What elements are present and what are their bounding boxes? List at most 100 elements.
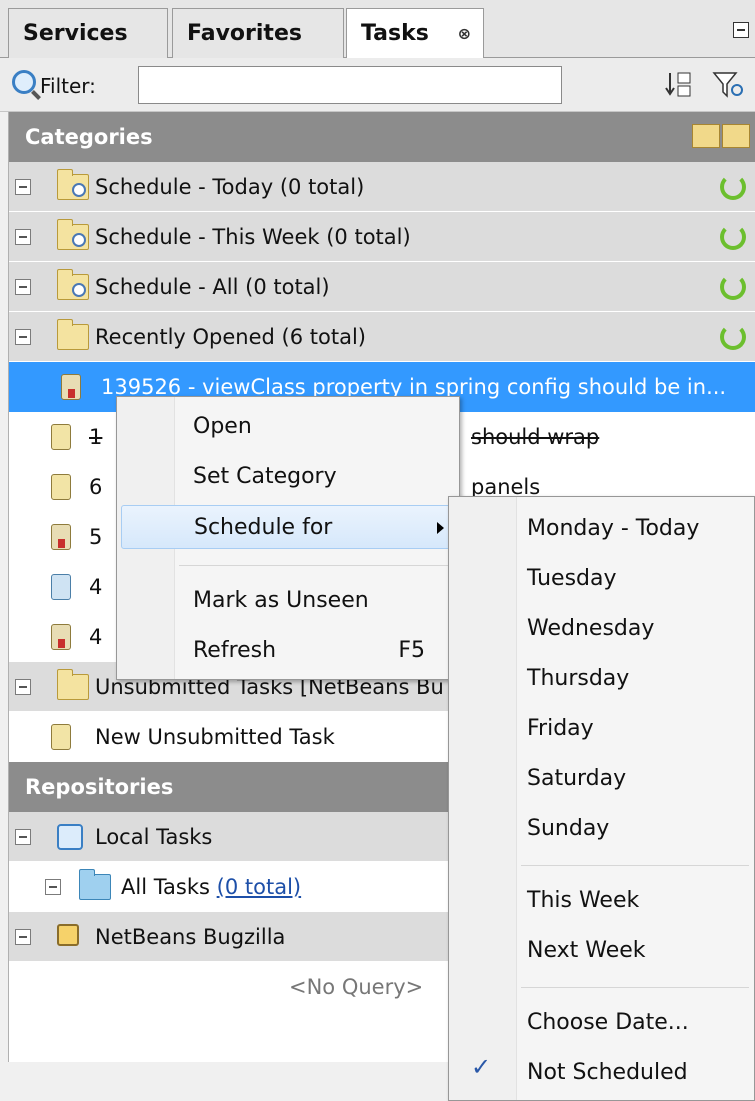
category-label: Schedule - Today (0 total) [95, 175, 365, 199]
query-name: All Tasks [121, 875, 217, 899]
collapse-icon[interactable] [15, 229, 31, 245]
menu-item-label: Open [193, 414, 252, 439]
task-icon [61, 374, 81, 400]
category-row[interactable]: Schedule - Today (0 total) [9, 162, 755, 212]
menu-gutter [449, 497, 517, 1100]
task-label: 5 [89, 525, 103, 549]
filter-label: Filter: [40, 74, 96, 98]
refresh-icon[interactable] [720, 224, 746, 250]
category-row[interactable]: Schedule - This Week (0 total) [9, 212, 755, 262]
refresh-icon[interactable] [720, 324, 746, 350]
tab-services[interactable]: Services [8, 8, 168, 58]
local-repository-icon [57, 824, 83, 850]
submenu-item-monday[interactable]: Monday - Today [527, 505, 749, 553]
submenu-arrow-icon [437, 522, 444, 534]
repository-label: NetBeans Bugzilla [95, 925, 286, 949]
clock-icon [72, 283, 86, 297]
task-icon [51, 574, 71, 600]
menu-separator [179, 565, 449, 566]
query-count-link[interactable]: (0 total) [217, 875, 301, 899]
menu-item-open[interactable]: Open [121, 405, 455, 449]
folder-icon [57, 319, 89, 350]
repository-label: Local Tasks [95, 825, 213, 849]
unsubmitted-folder-icon [57, 669, 89, 700]
task-label: 1 [89, 425, 103, 449]
schedule-submenu: Monday - Today Tuesday Wednesday Thursda… [448, 496, 755, 1101]
submenu-item-not-scheduled[interactable]: Not Scheduled [527, 1049, 749, 1097]
task-icon [51, 624, 71, 650]
collapse-icon[interactable] [15, 929, 31, 945]
menu-item-refresh[interactable]: Refresh F5 [121, 629, 455, 673]
submenu-item-choose-date[interactable]: Choose Date... [527, 999, 749, 1047]
menu-item-mark-unseen[interactable]: Mark as Unseen [121, 579, 455, 623]
menu-separator [521, 865, 749, 866]
edit-category-icon[interactable] [722, 124, 750, 148]
submenu-item-wednesday[interactable]: Wednesday [527, 605, 749, 653]
submenu-item-saturday[interactable]: Saturday [527, 755, 749, 803]
task-icon [51, 524, 71, 550]
category-label: Schedule - All (0 total) [95, 275, 330, 299]
task-icon [51, 724, 71, 750]
category-label: Schedule - This Week (0 total) [95, 225, 411, 249]
submenu-item-thursday[interactable]: Thursday [527, 655, 749, 703]
task-label: 4 [89, 625, 103, 649]
menu-item-label: Schedule for [194, 515, 333, 540]
minimize-icon[interactable] [733, 22, 749, 38]
category-actions [692, 124, 752, 150]
task-label: 4 [89, 575, 103, 599]
task-icon [51, 474, 71, 500]
collapse-icon[interactable] [15, 179, 31, 195]
category-label: Recently Opened (6 total) [95, 325, 366, 349]
tab-label: Favorites [187, 21, 302, 46]
collapse-icon[interactable] [45, 879, 61, 895]
refresh-icon[interactable] [720, 174, 746, 200]
refresh-icon[interactable] [720, 274, 746, 300]
submenu-item-sunday[interactable]: Sunday [527, 805, 749, 853]
sort-icon[interactable] [664, 70, 696, 100]
schedule-folder-icon [57, 269, 89, 300]
submenu-item-this-week[interactable]: This Week [527, 877, 749, 925]
schedule-folder-icon [57, 219, 89, 250]
query-label: All Tasks (0 total) [121, 862, 301, 912]
tab-bar: Services Favorites Tasks ⊗ [0, 0, 755, 59]
submenu-item-tuesday[interactable]: Tuesday [527, 555, 749, 603]
menu-separator [521, 987, 749, 988]
collapse-icon[interactable] [15, 329, 31, 345]
filter-funnel-icon[interactable] [712, 70, 744, 100]
submenu-item-friday[interactable]: Friday [527, 705, 749, 753]
category-row[interactable]: Recently Opened (6 total) [9, 312, 755, 362]
tab-label: Services [23, 21, 128, 46]
collapse-icon[interactable] [15, 279, 31, 295]
menu-item-schedule-for[interactable]: Schedule for [121, 505, 455, 549]
no-query-label: <No Query> [289, 975, 424, 999]
menu-item-label: Refresh [193, 638, 277, 663]
search-icon [12, 70, 36, 94]
menu-item-set-category[interactable]: Set Category [121, 455, 455, 499]
collapse-icon[interactable] [15, 829, 31, 845]
bug-icon [57, 924, 79, 946]
task-label: New Unsubmitted Task [95, 725, 335, 749]
new-category-icon[interactable] [692, 124, 720, 148]
menu-item-label: Mark as Unseen [193, 588, 369, 613]
task-label-suffix: should wrap [471, 425, 600, 449]
filter-input[interactable] [138, 66, 562, 104]
tab-favorites[interactable]: Favorites [172, 8, 344, 58]
filter-bar: Filter: [0, 58, 755, 112]
shortcut-label: F5 [398, 638, 425, 663]
clock-icon [72, 233, 86, 247]
section-title: Repositories [25, 775, 174, 799]
section-title: Categories [25, 125, 153, 149]
clock-icon [72, 183, 86, 197]
tab-tasks[interactable]: Tasks ⊗ [346, 8, 484, 59]
context-menu: Open Set Category Schedule for Mark as U… [116, 396, 460, 680]
categories-header: Categories [9, 112, 755, 162]
folder-icon [79, 869, 111, 900]
tasks-window: Services Favorites Tasks ⊗ Filter: Catego… [0, 0, 755, 1101]
task-label: 6 [89, 475, 103, 499]
tab-label: Tasks [361, 21, 429, 46]
submenu-item-next-week[interactable]: Next Week [527, 927, 749, 975]
schedule-folder-icon [57, 169, 89, 200]
category-row[interactable]: Schedule - All (0 total) [9, 262, 755, 312]
collapse-icon[interactable] [15, 679, 31, 695]
close-tab-icon[interactable]: ⊗ [458, 9, 471, 59]
